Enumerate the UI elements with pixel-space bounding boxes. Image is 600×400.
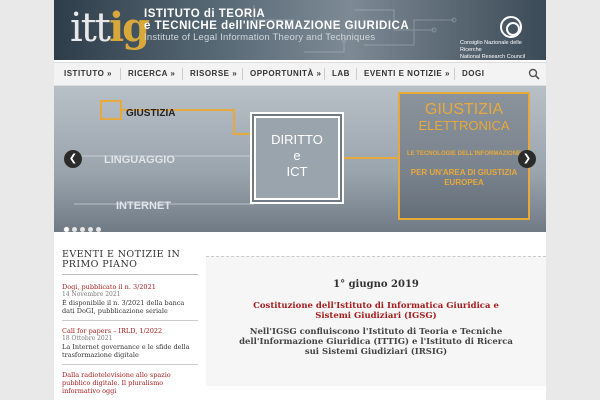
slider-label-giustizia: GIUSTIZIA (126, 108, 176, 119)
event-title-link[interactable]: Dogi, pubblicato il n. 3/2021 (62, 283, 198, 291)
nav-divider (454, 68, 455, 80)
ge-subtitle: PER UN'AREA DI GIUSTIZIA EUROPEA (400, 168, 528, 188)
cnr-label-it: Consiglio Nazionale delle Ricerche (460, 40, 522, 53)
nav-item-dogi[interactable]: DOGI (462, 63, 484, 85)
nav-item-opportunita[interactable]: OPPORTUNITÀ » (250, 63, 321, 85)
slider-next-arrow-icon[interactable]: ❯ (518, 150, 536, 168)
event-item: Dalla radiotelevisione allo spazio pubbl… (62, 371, 198, 400)
nav-divider (120, 68, 121, 80)
news-date: 1° giugno 2019 (333, 279, 419, 290)
event-item: Call for papers – IRLD, 1/2022 18 Ottobr… (62, 327, 198, 365)
news-highlight: 1° giugno 2019 Costituzione dell'Istitut… (206, 256, 546, 386)
event-text: È disponibile il n. 3/2021 della banca d… (62, 299, 185, 315)
slider-dot[interactable] (72, 227, 77, 232)
events-heading: EVENTI E NOTIZIE IN PRIMO PIANO (62, 250, 198, 275)
ittig-logo[interactable]: ittig (70, 4, 150, 51)
event-date: 14 Novembre 2021 (62, 291, 121, 298)
slider-diritto-text: DIRITTO e ICT (256, 132, 338, 180)
event-text: La Internet governance e le sfide della … (62, 343, 190, 359)
nav-divider (242, 68, 243, 80)
search-icon[interactable] (528, 68, 540, 80)
events-section: EVENTI E NOTIZIE IN PRIMO PIANO Dogi, pu… (62, 250, 198, 400)
ge-title-line2: ELETTRONICA (418, 118, 510, 133)
event-date: 18 Ottobre 2021 (62, 335, 113, 342)
slider-dot[interactable] (96, 227, 101, 232)
slider-prev-arrow-icon[interactable]: ❮ (64, 150, 82, 168)
giustizia-elettronica-title: GIUSTIZIA ELETTRONICA (400, 102, 528, 134)
diritto-line3: ICT (286, 164, 308, 179)
slider-pagination (64, 217, 104, 232)
slider-diritto-box: DIRITTO e ICT (254, 116, 340, 200)
page-container: ittig ISTITUTO di TEORIA e TECNICHE dell… (54, 0, 546, 400)
logo-part-2: ig (108, 4, 150, 51)
nav-item-eventi-notizie[interactable]: EVENTI E NOTIZIE » (364, 63, 450, 85)
nav-divider (324, 68, 325, 80)
institute-name-line1: ISTITUTO di TEORIA (144, 8, 266, 20)
ge-title-line1: GIUSTIZIA (424, 101, 504, 118)
institute-name-line2: e TECNICHE dell'INFORMAZIONE GIURIDICA (144, 20, 410, 32)
nav-item-risorse[interactable]: RISORSE » (190, 63, 237, 85)
nav-divider (356, 68, 357, 80)
nav-item-lab[interactable]: LAB (332, 63, 350, 85)
hero-slider[interactable]: GIUSTIZIA LINGUAGGIO INTERNET DIRITTO e … (54, 86, 546, 232)
nav-item-ricerca[interactable]: RICERCA » (128, 63, 175, 85)
slider-label-linguaggio: LINGUAGGIO (104, 154, 175, 166)
event-item: Dogi, pubblicato il n. 3/2021 14 Novembr… (62, 283, 198, 321)
slider-decor-box (100, 100, 122, 120)
institute-name: ISTITUTO di TEORIA e TECNICHE dell'INFOR… (144, 8, 409, 44)
diritto-line2: e (293, 148, 301, 163)
news-body: Nell'IGSG confluiscono l'Istituto di Teo… (239, 327, 513, 357)
cnr-label-en: National Research Council (460, 54, 526, 60)
main-navigation: ISTITUTO » RICERCA » RISORSE » OPPORTUNI… (54, 62, 546, 86)
nav-item-istituto[interactable]: ISTITUTO » (64, 63, 112, 85)
slider-label-internet: INTERNET (116, 200, 171, 212)
logo-part-1: itt (70, 5, 111, 51)
news-title-link[interactable]: Costituzione dell'Istituto di Informatic… (236, 301, 516, 321)
institute-name-english: Institute of Legal Information Theory an… (144, 32, 376, 43)
event-title-link[interactable]: Call for papers – IRLD, 1/2022 (62, 327, 198, 335)
event-title-link[interactable]: Dalla radiotelevisione allo spazio pubbl… (62, 371, 198, 395)
ge-subtitle-line1: LE TECNOLOGIE DELL'INFORMAZIONE (406, 151, 522, 157)
diritto-line1: DIRITTO (271, 132, 323, 147)
ge-subtitle-line2: PER UN'AREA DI GIUSTIZIA (410, 168, 518, 177)
cnr-label: Consiglio Nazionale delle Ricerche Natio… (460, 40, 538, 60)
slider-giustizia-elettronica-box: GIUSTIZIA ELETTRONICA LE TECNOLOGIE DELL… (398, 92, 530, 220)
nav-divider (182, 68, 183, 80)
slider-dot[interactable] (64, 227, 69, 232)
site-header: ittig ISTITUTO di TEORIA e TECNICHE dell… (54, 0, 546, 60)
cnr-logo-icon[interactable] (500, 16, 522, 38)
ge-subtitle-line3: EUROPEA (444, 178, 484, 187)
slider-dot[interactable] (80, 227, 85, 232)
events-heading-line2: PRIMO PIANO (62, 259, 138, 270)
slider-dot[interactable] (88, 227, 93, 232)
